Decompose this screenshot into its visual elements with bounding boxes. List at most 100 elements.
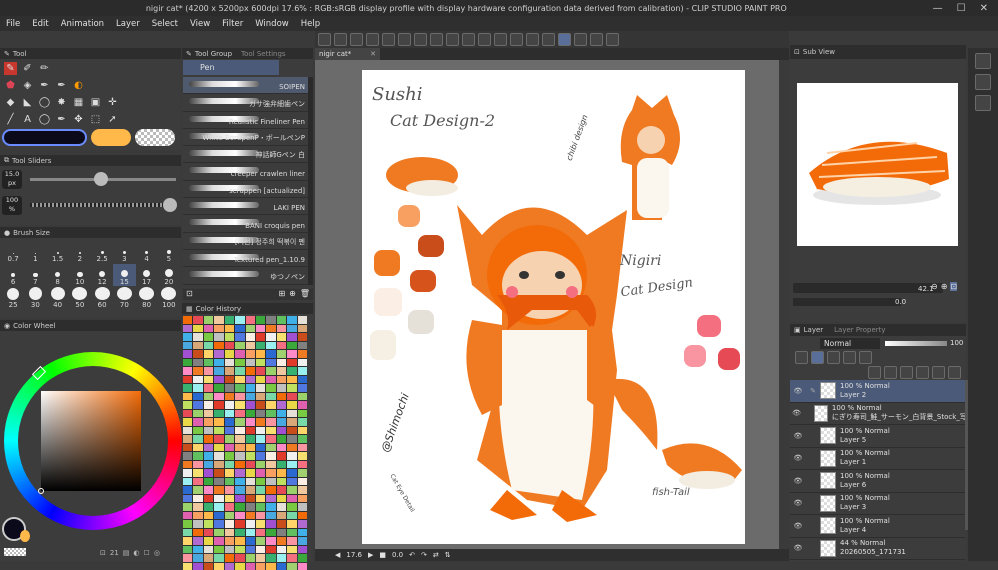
color-history-cell[interactable] — [183, 478, 192, 486]
eye-icon[interactable]: 👁 — [790, 409, 803, 417]
color-history-cell[interactable] — [246, 333, 255, 341]
color-history-cell[interactable] — [277, 546, 286, 554]
color-history-cell[interactable] — [183, 384, 192, 392]
brush-size-item[interactable]: 100 — [158, 287, 180, 309]
color-history-cell[interactable] — [204, 393, 213, 401]
color-history-cell[interactable] — [183, 520, 192, 528]
color-history-cell[interactable] — [214, 316, 223, 324]
color-history-cell[interactable] — [214, 461, 223, 469]
color-history-cell[interactable] — [204, 554, 213, 562]
color-history-cell[interactable] — [225, 435, 234, 443]
brush-size-item[interactable]: 6 — [2, 264, 24, 286]
color-mode-icon[interactable]: ⊡ — [100, 549, 106, 557]
invert-icon[interactable] — [510, 33, 523, 46]
color-history-cell[interactable] — [214, 333, 223, 341]
color-history-cell[interactable] — [204, 512, 213, 520]
color-history-cell[interactable] — [246, 512, 255, 520]
color-history-cell[interactable] — [277, 554, 286, 562]
color-history-cell[interactable] — [287, 520, 296, 528]
color-history-cell[interactable] — [193, 495, 202, 503]
color-history-cell[interactable] — [246, 554, 255, 562]
color-history-cell[interactable] — [256, 333, 265, 341]
color-history-cell[interactable] — [235, 418, 244, 426]
brush-size-item[interactable]: 2.5 — [91, 241, 113, 263]
brush-size-item[interactable]: 0.7 — [2, 241, 24, 263]
loading-icon[interactable] — [430, 33, 443, 46]
brush-size-item[interactable]: 40 — [47, 287, 69, 309]
eyedropper-tool-icon[interactable]: ✒ — [55, 113, 68, 126]
color-history-cell[interactable] — [277, 316, 286, 324]
color-history-cell[interactable] — [225, 563, 234, 570]
color-history-cell[interactable] — [183, 350, 192, 358]
color-history-cell[interactable] — [183, 401, 192, 409]
color-history-cell[interactable] — [193, 461, 202, 469]
color-history-cell[interactable] — [235, 393, 244, 401]
color-history-cell[interactable] — [193, 410, 202, 418]
color-history-cell[interactable] — [246, 495, 255, 503]
color-history-cell[interactable] — [235, 486, 244, 494]
color-history-cell[interactable] — [193, 469, 202, 477]
brush-list-scrollbar[interactable] — [308, 77, 313, 285]
color-history-cell[interactable] — [298, 350, 307, 358]
brush-item[interactable]: ガサ強弁細歯ペン — [183, 94, 308, 111]
color-history-cell[interactable] — [298, 367, 307, 375]
color-history-cell[interactable] — [298, 316, 307, 324]
color-history-cell[interactable] — [256, 435, 265, 443]
color-history-cell[interactable] — [266, 503, 275, 511]
color-history-cell[interactable] — [277, 486, 286, 494]
menu-layer[interactable]: Layer — [110, 19, 146, 29]
brush-size-item[interactable]: 25 — [2, 287, 24, 309]
color-history-cell[interactable] — [277, 435, 286, 443]
color-history-cell[interactable] — [183, 410, 192, 418]
color-history-cell[interactable] — [266, 427, 275, 435]
color-history-cell[interactable] — [298, 410, 307, 418]
color-history-cell[interactable] — [277, 410, 286, 418]
color-history-cell[interactable] — [183, 342, 192, 350]
brush-size-item[interactable]: 1 — [24, 241, 46, 263]
color-history-cell[interactable] — [204, 359, 213, 367]
color-history-cell[interactable] — [246, 563, 255, 570]
color-history-cell[interactable] — [287, 367, 296, 375]
color-history-cell[interactable] — [287, 418, 296, 426]
opacity-slider-track[interactable] — [30, 203, 176, 207]
brush-item[interactable]: Realistic Fineliner Pen — [183, 112, 308, 129]
brush-item[interactable]: BANI croquis pen — [183, 215, 308, 232]
clip-icon[interactable] — [795, 351, 808, 364]
color-history-cell[interactable] — [235, 546, 244, 554]
color-history-cell[interactable] — [298, 486, 307, 494]
color-history-cell[interactable] — [214, 520, 223, 528]
color-history-cell[interactable] — [266, 350, 275, 358]
blend-mode-select[interactable]: Normal — [820, 338, 880, 349]
subview-zoom-in-icon[interactable]: ⊕ — [941, 282, 948, 291]
color-history-cell[interactable] — [235, 554, 244, 562]
color-history-cell[interactable] — [204, 316, 213, 324]
color-picker-marker[interactable] — [38, 488, 44, 494]
color-history-cell[interactable] — [246, 350, 255, 358]
color-history-cell[interactable] — [235, 316, 244, 324]
color-history-cell[interactable] — [235, 427, 244, 435]
color-history-cell[interactable] — [204, 563, 213, 570]
color-history-cell[interactable] — [204, 376, 213, 384]
menu-file[interactable]: File — [0, 19, 26, 29]
color-history-cell[interactable] — [204, 478, 213, 486]
pen-tool-icon[interactable]: ✎ — [4, 62, 17, 75]
color-history-cell[interactable] — [298, 469, 307, 477]
color-history-cell[interactable] — [287, 444, 296, 452]
eye-icon[interactable]: 👁 — [790, 477, 806, 485]
balloon-tool-icon[interactable]: ◯ — [38, 113, 51, 126]
color-history-cell[interactable] — [246, 537, 255, 545]
color-history-cell[interactable] — [193, 393, 202, 401]
color-history-cell[interactable] — [277, 342, 286, 350]
brush-item[interactable]: scrappen [actualized] — [183, 181, 308, 198]
navigator-icon[interactable] — [975, 95, 991, 111]
new-vector-icon[interactable] — [884, 366, 897, 379]
color-history-cell[interactable] — [225, 554, 234, 562]
color-history-cell[interactable] — [214, 410, 223, 418]
color-history-cell[interactable] — [266, 469, 275, 477]
color-history-cell[interactable] — [287, 503, 296, 511]
color-history-cell[interactable] — [183, 359, 192, 367]
color-history-cell[interactable] — [266, 444, 275, 452]
color-history-cell[interactable] — [266, 495, 275, 503]
color-history-cell[interactable] — [266, 546, 275, 554]
color-history-cell[interactable] — [183, 367, 192, 375]
